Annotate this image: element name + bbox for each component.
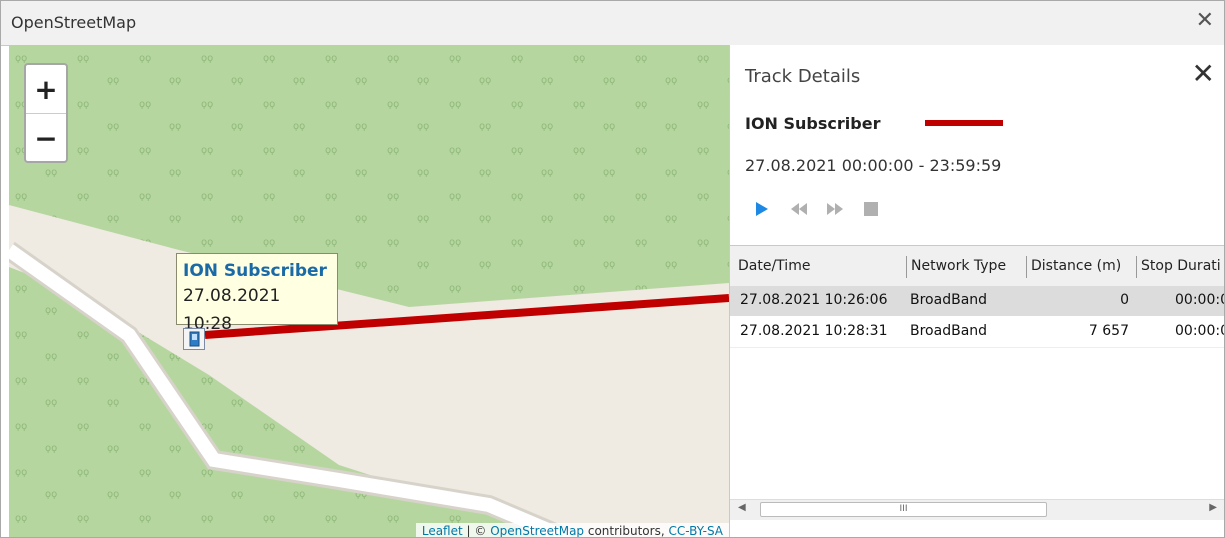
track-points-table: Date/Time Network Type Distance (m) Stop… — [730, 245, 1224, 520]
row-datetime: 27.08.2021 10:26:06 — [740, 292, 888, 308]
row-datetime: 27.08.2021 10:28:31 — [740, 323, 888, 339]
column-header-stop-duration[interactable]: Stop Durati — [1141, 258, 1221, 274]
row-network: BroadBand — [910, 323, 988, 339]
track-color-swatch — [925, 120, 1003, 126]
column-header-distance[interactable]: Distance (m) — [1031, 258, 1121, 274]
rewind-icon[interactable] — [789, 200, 809, 218]
column-header-network[interactable]: Network Type — [911, 258, 1006, 274]
time-range: 27.08.2021 00:00:00 - 23:59:59 — [745, 156, 1002, 175]
track-details-panel: Track Details ✕ ION Subscriber 27.08.202… — [729, 45, 1224, 537]
panel-title: Track Details — [745, 66, 861, 87]
title-bar: OpenStreetMap ✕ — [1, 1, 1224, 46]
zoom-in-button[interactable]: + — [26, 65, 66, 114]
scrollbar-thumb[interactable]: III — [760, 502, 1047, 517]
play-icon[interactable] — [754, 200, 770, 218]
table-header: Date/Time Network Type Distance (m) Stop… — [730, 246, 1224, 287]
zoom-control: + − — [24, 63, 68, 163]
attribution-separator: | © — [462, 524, 491, 538]
row-distance: 7 657 — [1088, 323, 1129, 339]
table-row[interactable]: 27.08.2021 10:26:06 BroadBand 0 00:00:00 — [730, 286, 1224, 316]
window-title: OpenStreetMap — [11, 13, 137, 32]
row-stop-duration: 00:00:00 — [1175, 292, 1224, 308]
attribution-contributors: contributors, — [584, 524, 669, 538]
leaflet-link[interactable]: Leaflet — [422, 524, 463, 537]
scroll-right-arrow-icon[interactable]: ▶ — [1209, 502, 1217, 513]
tooltip-timestamp: 27.08.2021 10:28 — [183, 286, 281, 334]
panel-close-icon[interactable]: ✕ — [1192, 60, 1215, 88]
scroll-left-arrow-icon[interactable]: ◀ — [738, 502, 746, 513]
fast-forward-icon[interactable] — [825, 200, 845, 218]
window-close-icon[interactable]: ✕ — [1196, 10, 1214, 32]
marker-tooltip: ION Subscriber 27.08.2021 10:28 — [176, 253, 338, 334]
horizontal-scrollbar[interactable]: ◀ III ▶ — [730, 499, 1224, 520]
table-row[interactable]: 27.08.2021 10:28:31 BroadBand 7 657 00:0… — [730, 317, 1224, 348]
tooltip-subscriber-name: ION Subscriber — [183, 261, 327, 281]
osm-link[interactable]: OpenStreetMap — [490, 524, 584, 537]
column-header-datetime[interactable]: Date/Time — [738, 258, 810, 274]
zoom-out-button[interactable]: − — [26, 114, 66, 161]
subscriber-name: ION Subscriber — [745, 114, 881, 133]
map-tiles: ϙϙ ϙϙ — [9, 45, 729, 537]
map-view[interactable]: ϙϙ ϙϙ + − ION Subscriber 27.08.2021 10:2… — [9, 45, 729, 538]
subscriber-marker-icon[interactable] — [183, 328, 205, 350]
map-attribution: Leaflet | © OpenStreetMap contributors, … — [415, 523, 729, 538]
osm-window: OpenStreetMap ✕ ϙϙ ϙϙ + − ION Subscriber… — [0, 0, 1225, 538]
stop-icon[interactable] — [862, 200, 880, 218]
license-link[interactable]: CC-BY-SA — [668, 524, 723, 537]
row-distance: 0 — [1120, 292, 1129, 308]
row-network: BroadBand — [910, 292, 988, 308]
row-stop-duration: 00:00:00 — [1175, 323, 1224, 339]
